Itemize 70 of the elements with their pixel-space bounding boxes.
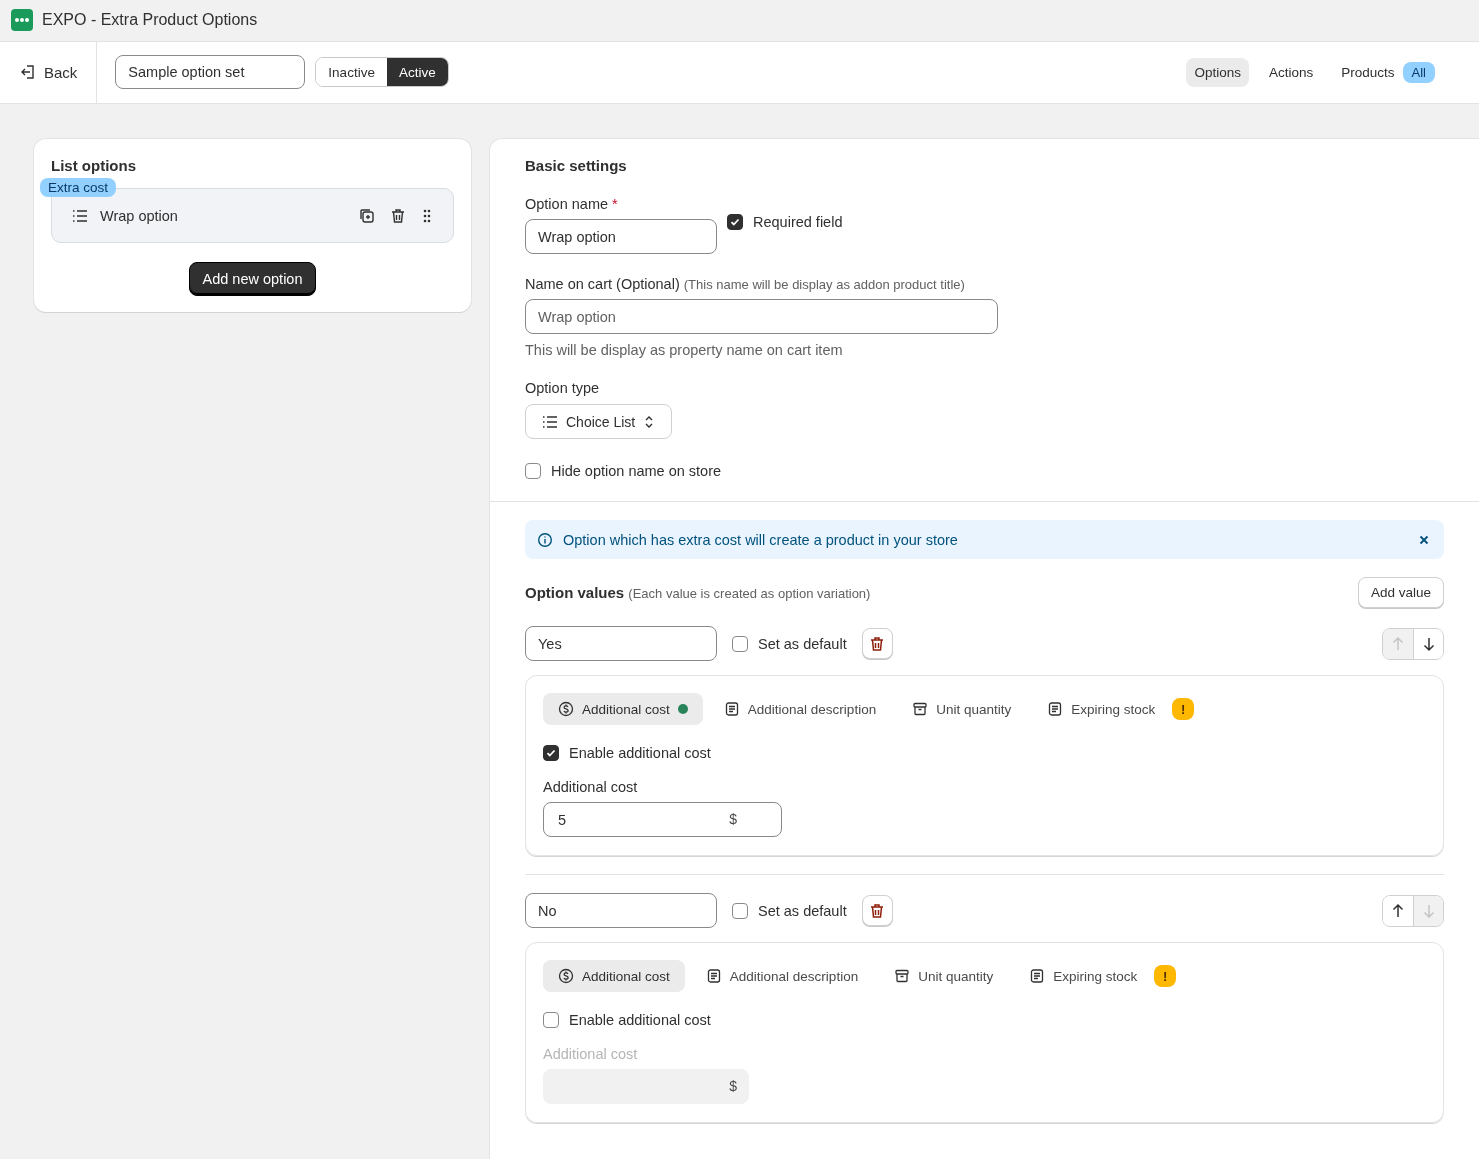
delete-value-button[interactable] bbox=[861, 895, 893, 926]
enable-cost-checkbox[interactable]: Enable additional cost bbox=[543, 745, 1426, 761]
arrow-up-icon bbox=[1390, 902, 1406, 919]
warning-badge: ! bbox=[1172, 698, 1195, 720]
field-label: Additional cost bbox=[543, 779, 639, 795]
delete-value-button[interactable] bbox=[861, 628, 893, 659]
hide-option-name-checkbox[interactable]: Hide option name on store bbox=[525, 463, 1444, 479]
delete-icon bbox=[869, 635, 886, 652]
delete-icon[interactable] bbox=[390, 207, 406, 224]
nav-tab[interactable]: Options bbox=[1186, 57, 1249, 87]
value-tab[interactable]: Additional cost bbox=[543, 693, 703, 725]
archive-box-icon bbox=[894, 968, 911, 984]
field-label: Name on cart (Optional) (This name will be display as addon product title) bbox=[525, 276, 966, 292]
products-badge: All bbox=[1402, 61, 1435, 83]
set-default-checkbox[interactable]: Set as default bbox=[732, 902, 847, 919]
section-title: Option values (Each value is created as option variation) bbox=[525, 584, 872, 601]
name-on-cart-field[interactable]: Wrap option bbox=[525, 299, 998, 334]
section-title: Basic settings bbox=[525, 157, 628, 174]
app-title: EXPO - Extra Product Options bbox=[42, 11, 258, 30]
currency-symbol: $ bbox=[729, 811, 737, 827]
field-label: Option name * bbox=[525, 196, 619, 212]
checkmark-icon bbox=[729, 216, 741, 228]
option-value-field[interactable]: No bbox=[525, 893, 717, 928]
dollar-icon bbox=[558, 968, 574, 984]
enable-cost-checkbox[interactable]: Enable additional cost bbox=[543, 1012, 1426, 1028]
status-toggle[interactable]: Active bbox=[386, 58, 448, 87]
arrow-up-icon bbox=[1390, 635, 1406, 652]
value-tab[interactable]: Unit quantity bbox=[897, 693, 1027, 725]
option-name: Wrap option bbox=[100, 207, 179, 224]
list-icon bbox=[542, 413, 558, 430]
move-down-button[interactable] bbox=[1413, 628, 1443, 659]
info-icon bbox=[537, 531, 553, 548]
option-type-select[interactable]: Choice List bbox=[525, 404, 673, 439]
duplicate-icon[interactable] bbox=[359, 207, 375, 224]
nav-tab[interactable]: Actions bbox=[1261, 57, 1322, 87]
checkmark-icon bbox=[545, 747, 557, 759]
field-label: Additional cost bbox=[543, 1046, 639, 1062]
app-logo-icon bbox=[11, 9, 33, 32]
required-field-checkbox[interactable]: Required field bbox=[727, 214, 843, 230]
value-tab[interactable]: Additional description bbox=[690, 960, 874, 992]
delete-icon bbox=[869, 902, 886, 919]
drag-handle-icon[interactable] bbox=[421, 208, 433, 223]
option-value-field[interactable]: Yes bbox=[525, 626, 717, 661]
field-label: Option type bbox=[525, 380, 601, 396]
document-icon bbox=[1029, 968, 1046, 984]
document-icon bbox=[723, 701, 740, 717]
add-new-option-button[interactable]: Add new option bbox=[188, 262, 317, 296]
nav-tab[interactable]: Products bbox=[1333, 57, 1403, 87]
set-default-checkbox[interactable]: Set as default bbox=[732, 635, 847, 652]
value-tab[interactable]: Expiring stock bbox=[1014, 960, 1153, 992]
list-icon bbox=[72, 207, 88, 224]
warning-badge: ! bbox=[1154, 965, 1177, 987]
help-text: This will be display as property name on cart item bbox=[525, 342, 844, 358]
value-tab[interactable]: Unit quantity bbox=[879, 960, 1009, 992]
value-tab[interactable]: Expiring stock bbox=[1032, 693, 1171, 725]
info-text: Option which has extra cost will create a product in your store bbox=[563, 531, 959, 548]
document-icon bbox=[705, 968, 722, 984]
value-tab[interactable]: Additional description bbox=[708, 693, 892, 725]
option-name-field[interactable]: Wrap option bbox=[525, 219, 717, 254]
extra-cost-tag: Extra cost bbox=[40, 178, 117, 197]
card-title: List options bbox=[51, 157, 137, 174]
back-icon bbox=[20, 64, 36, 81]
archive-box-icon bbox=[912, 701, 929, 717]
currency-symbol: $ bbox=[729, 1078, 737, 1094]
document-icon bbox=[1047, 701, 1064, 717]
option-set-name-field[interactable]: Sample option set bbox=[115, 55, 306, 90]
value-tab[interactable]: Additional cost bbox=[543, 960, 685, 992]
dollar-icon bbox=[558, 701, 574, 717]
back-button[interactable]: Back bbox=[0, 41, 97, 103]
add-value-button[interactable]: Add value bbox=[1357, 577, 1444, 608]
